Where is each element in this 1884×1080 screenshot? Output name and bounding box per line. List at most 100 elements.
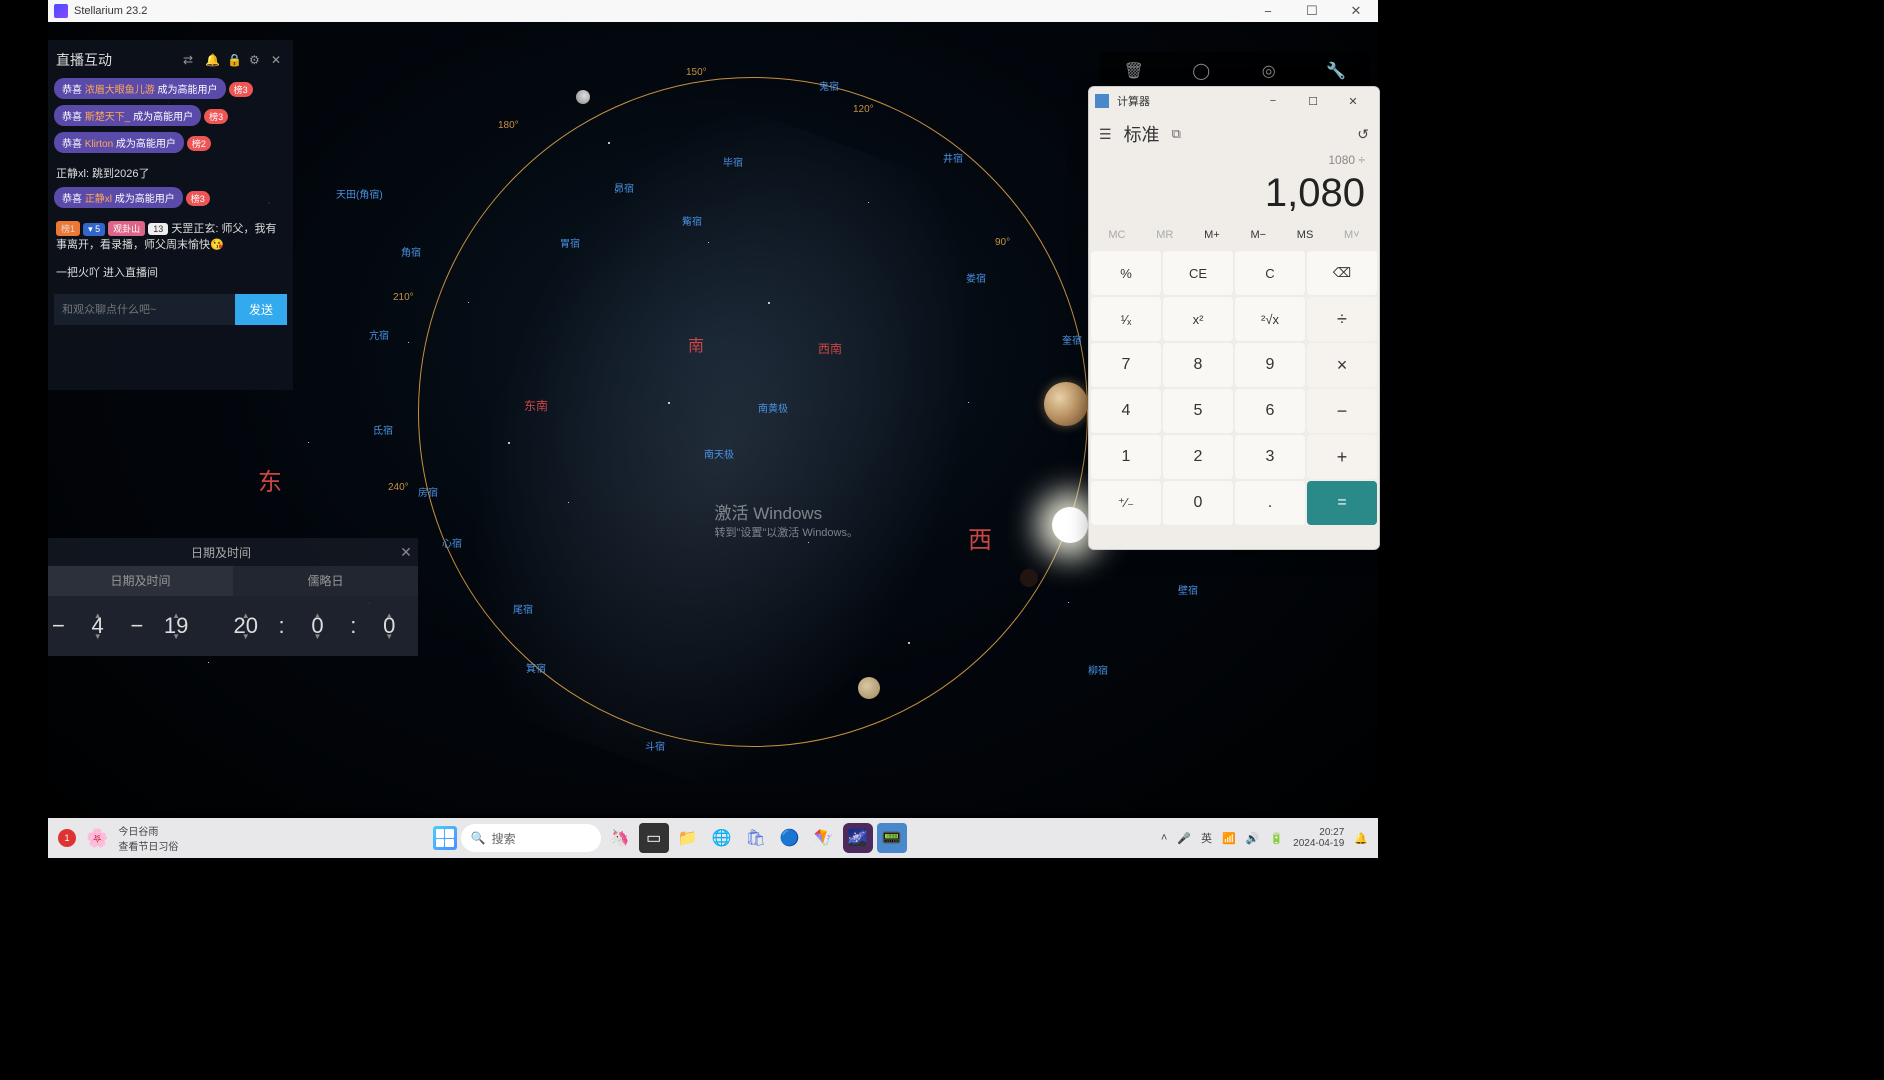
switch-icon[interactable]: ⇄ (183, 53, 197, 67)
btn-equals[interactable]: = (1307, 481, 1377, 525)
calculator-window[interactable]: 计算器 − ☐ ✕ ☰ 标准 ⧉ ↺ 1080 ÷ 1,080 MC MR M+… (1088, 86, 1380, 550)
hamburger-icon[interactable]: ☰ (1099, 126, 1112, 143)
wrench-icon[interactable]: 🔧 (1324, 59, 1348, 83)
chat-msg: 恭喜 斯楚天下_ 成为高能用户榜3 (54, 105, 287, 132)
mic-icon[interactable]: 🎤 (1177, 832, 1191, 845)
btn-plus[interactable]: + (1307, 435, 1377, 479)
volume-icon[interactable]: 🔊 (1246, 832, 1260, 845)
btn-backspace[interactable]: ⌫ (1307, 251, 1377, 295)
history-icon[interactable]: ↺ (1357, 126, 1369, 143)
hour-cell[interactable]: ▲20▼ (217, 613, 275, 639)
btn-multiply[interactable]: × (1307, 343, 1377, 387)
mem-ms[interactable]: MS (1291, 225, 1320, 245)
taskbar-app-1[interactable]: 🦄 (605, 823, 635, 853)
store-icon[interactable]: 🛍 (741, 823, 771, 853)
datetime-tab[interactable]: 日期及时间 (48, 566, 233, 596)
start-button[interactable] (433, 826, 457, 850)
btn-minus[interactable]: − (1307, 389, 1377, 433)
second-cell[interactable]: ▲0▼ (360, 613, 418, 639)
dark-planet[interactable] (1020, 569, 1038, 587)
saturn[interactable] (858, 677, 880, 699)
day-cell[interactable]: ▲19▼ (147, 613, 205, 639)
mem-mv[interactable]: M˅ (1338, 225, 1366, 245)
btn-8[interactable]: 8 (1163, 343, 1233, 387)
btn-1[interactable]: 1 (1091, 435, 1161, 479)
stellarium-taskbar-icon[interactable]: 🌌 (843, 823, 873, 853)
app-icon-1[interactable]: 🪁 (809, 823, 839, 853)
jupiter[interactable] (1044, 382, 1088, 426)
weather-icon[interactable]: 🌸 (86, 828, 108, 849)
btn-6[interactable]: 6 (1235, 389, 1305, 433)
pin-icon[interactable]: ⧉ (1172, 126, 1181, 142)
btn-percent[interactable]: % (1091, 251, 1161, 295)
minute-cell[interactable]: ▲0▼ (289, 613, 347, 639)
taskbar-app-2[interactable]: ▭ (639, 823, 669, 853)
notification-badge[interactable]: 1 (58, 829, 76, 847)
btn-square[interactable]: x² (1163, 297, 1233, 341)
calc-title: 计算器 (1117, 93, 1253, 109)
close-button[interactable]: ✕ (1334, 0, 1378, 22)
taskbar-weather[interactable]: 今日谷雨 查看节日习俗 (118, 823, 178, 853)
datetime-close-button[interactable]: ✕ (394, 544, 418, 561)
taskbar-clock[interactable]: 20:27 2024-04-19 (1293, 827, 1344, 849)
gear-icon[interactable]: ⚙ (249, 53, 263, 67)
mem-mc[interactable]: MC (1102, 225, 1131, 245)
btn-negate[interactable]: ⁺⁄₋ (1091, 481, 1161, 525)
month-cell[interactable]: ▲4▼ (69, 613, 127, 639)
btn-2[interactable]: 2 (1163, 435, 1233, 479)
btn-9[interactable]: 9 (1235, 343, 1305, 387)
notifications-icon[interactable]: 🔔 (1354, 832, 1368, 845)
btn-5[interactable]: 5 (1163, 389, 1233, 433)
horizon-circle (418, 77, 1088, 747)
btn-c[interactable]: C (1235, 251, 1305, 295)
calc-minimize-button[interactable]: − (1253, 95, 1293, 107)
chat-plain: 一把火吖 进入直播间 (54, 258, 287, 286)
edge-icon[interactable]: 🌐 (707, 823, 737, 853)
browser-icon[interactable]: 🔵 (775, 823, 805, 853)
btn-divide[interactable]: ÷ (1307, 297, 1377, 341)
btn-7[interactable]: 7 (1091, 343, 1161, 387)
ime-indicator[interactable]: 英 (1201, 830, 1212, 846)
btn-0[interactable]: 0 (1163, 481, 1233, 525)
btn-4[interactable]: 4 (1091, 389, 1161, 433)
moon[interactable] (576, 90, 590, 104)
btn-sqrt[interactable]: ²√x (1235, 297, 1305, 341)
weather-line2: 查看节日习俗 (118, 838, 178, 853)
btn-3[interactable]: 3 (1235, 435, 1305, 479)
tray-chevron-icon[interactable]: ˄ (1161, 832, 1167, 844)
speaker-icon[interactable]: 🔔 (205, 53, 219, 67)
btn-ce[interactable]: CE (1163, 251, 1233, 295)
calc-maximize-button[interactable]: ☐ (1293, 95, 1333, 108)
maximize-button[interactable]: ☐ (1290, 0, 1334, 22)
mem-mplus[interactable]: M+ (1198, 225, 1226, 245)
weather-line1: 今日谷雨 (118, 823, 178, 838)
mem-mr[interactable]: MR (1150, 225, 1179, 245)
datetime-panel[interactable]: 日期及时间 ✕ 日期及时间 儒略日 − ▲4▼ − ▲19▼ ▲20▼ : ▲0… (48, 538, 418, 656)
btn-decimal[interactable]: . (1235, 481, 1305, 525)
trash-icon[interactable]: 🗑 (1122, 59, 1146, 83)
lock-icon[interactable]: 🔒 (227, 53, 241, 67)
circle-icon[interactable]: ◯ (1189, 59, 1213, 83)
app-icon (54, 4, 68, 18)
explorer-icon[interactable]: 📁 (673, 823, 703, 853)
mem-mminus[interactable]: M− (1244, 225, 1272, 245)
sun[interactable] (1052, 507, 1088, 543)
calc-close-button[interactable]: ✕ (1333, 95, 1373, 108)
chat-send-button[interactable]: 发送 (235, 294, 287, 325)
calc-titlebar[interactable]: 计算器 − ☐ ✕ (1089, 87, 1379, 115)
calculator-taskbar-icon[interactable]: 📟 (877, 823, 907, 853)
taskbar-date: 2024-04-19 (1293, 838, 1344, 849)
search-box[interactable]: 🔍 搜索 (461, 824, 601, 852)
btn-reciprocal[interactable]: ¹⁄ₓ (1091, 297, 1161, 341)
mansion-label-19: 房宿 (418, 484, 438, 499)
mansion-label-16: 箕宿 (526, 660, 546, 675)
battery-icon[interactable]: 🔋 (1269, 832, 1283, 845)
minimize-button[interactable]: − (1246, 0, 1290, 22)
wifi-icon[interactable]: 📶 (1222, 832, 1236, 845)
titlebar[interactable]: Stellarium 23.2 − ☐ ✕ (48, 0, 1378, 22)
julian-tab[interactable]: 儒略日 (233, 566, 418, 596)
close-icon[interactable]: ✕ (271, 53, 285, 67)
chat-input[interactable] (54, 294, 235, 325)
target-icon[interactable]: ◎ (1257, 59, 1281, 83)
taskbar[interactable]: 1 🌸 今日谷雨 查看节日习俗 🔍 搜索 🦄 ▭ 📁 🌐 🛍 🔵 🪁 🌌 📟 ˄… (48, 818, 1378, 858)
